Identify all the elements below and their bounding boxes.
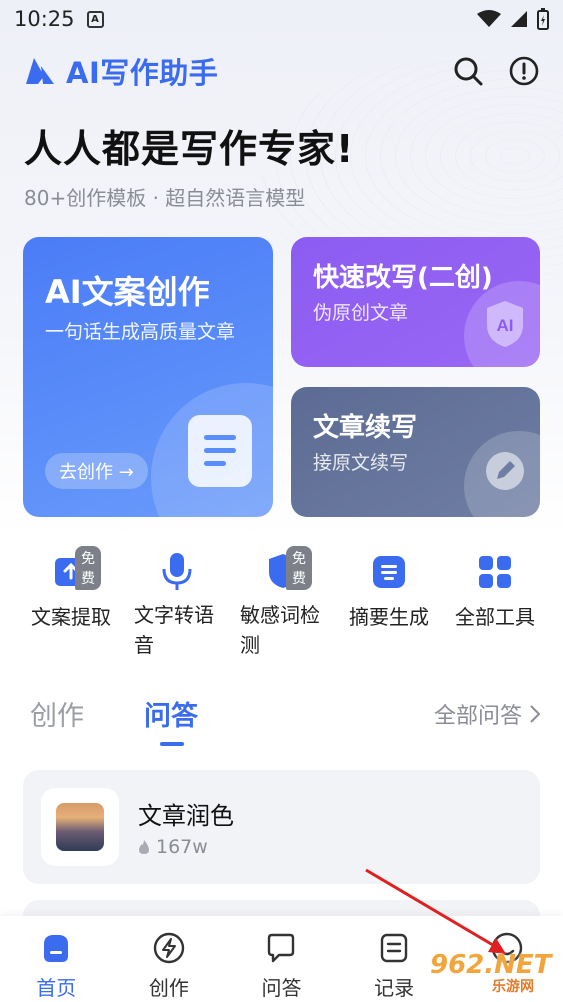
tool-sensitive-word-check[interactable]: 免费 敏感词检测 [230, 546, 336, 660]
nav-qa[interactable]: 问答 [225, 916, 338, 1002]
qa-title: 文章润色 [138, 802, 234, 830]
signal-icon [511, 11, 527, 27]
flame-icon [139, 840, 149, 854]
tool-all-tools[interactable]: 全部工具 [442, 550, 548, 660]
qa-count: 167w [156, 836, 208, 858]
nav-label: 首页 [36, 976, 77, 1000]
tool-label: 全部工具 [455, 605, 535, 629]
brand-logo-icon [26, 58, 54, 84]
status-time: 10:25 [14, 7, 75, 31]
content-tabs: 创作 问答 全部问答 [30, 694, 540, 754]
battery-icon [537, 8, 549, 30]
qa-thumbnail [41, 788, 119, 866]
watermark-sub: 乐游网 [492, 979, 534, 995]
card-title: 文章续写 [313, 413, 418, 443]
status-bar: 10:25 A [0, 0, 563, 38]
info-icon[interactable] [509, 56, 539, 86]
ai-copywriting-card[interactable]: AI文案创作 一句话生成高质量文章 去创作 → [23, 237, 273, 517]
app-header: AI写作助手 [24, 50, 539, 92]
nav-create[interactable]: 创作 [113, 916, 226, 1002]
nav-home[interactable]: 首页 [0, 916, 113, 1002]
tool-summary[interactable]: 摘要生成 [336, 550, 442, 660]
microphone-icon [162, 553, 192, 590]
wifi-icon [477, 10, 501, 27]
hero-subline: 80+创作模板 · 超自然语言模型 [24, 186, 306, 210]
free-badge: 免费 [286, 546, 312, 590]
quick-rewrite-card[interactable]: 快速改写(二创) 伪原创文章 AI [291, 237, 540, 367]
tool-label: 文字转语音 [134, 603, 214, 657]
go-create-button[interactable]: 去创作 → [45, 453, 148, 489]
tool-label: 敏感词检测 [240, 603, 320, 657]
qa-meta: 167w [138, 836, 208, 858]
card-subtitle: 伪原创文章 [313, 302, 409, 324]
card-subtitle: 接原文续写 [313, 452, 409, 474]
hero-headline: 人人都是写作专家! [24, 127, 355, 171]
tool-row: 免费 文案提取 文字转语音 免费 敏感词检测 摘要生成 全部工具 [18, 546, 548, 660]
qa-item[interactable]: 文章润色 167w [23, 770, 540, 884]
continue-writing-card[interactable]: 文章续写 接原文续写 [291, 387, 540, 517]
record-icon [380, 933, 408, 963]
tool-label: 摘要生成 [349, 605, 429, 629]
notification-icon: A [86, 10, 104, 28]
ai-shield-icon: AI [487, 301, 523, 347]
home-icon [44, 935, 69, 962]
tab-qa[interactable]: 问答 [144, 694, 198, 733]
search-icon[interactable] [453, 56, 483, 86]
card-title: 快速改写(二创) [313, 263, 493, 293]
card-subtitle: 一句话生成高质量文章 [45, 321, 236, 343]
all-qa-link[interactable]: 全部问答 [434, 698, 540, 730]
chat-icon [268, 933, 295, 963]
tab-create[interactable]: 创作 [30, 694, 84, 733]
card-title: AI文案创作 [45, 273, 210, 311]
summary-icon [373, 556, 405, 588]
grid-icon [479, 556, 511, 588]
tool-text-extract[interactable]: 免费 文案提取 [18, 546, 124, 660]
all-qa-label: 全部问答 [433, 704, 522, 729]
active-tab-indicator [160, 742, 184, 746]
nav-label: 问答 [261, 976, 302, 1000]
nav-label: 创作 [148, 976, 189, 1000]
tool-text-to-speech[interactable]: 文字转语音 [124, 550, 230, 660]
qa-image [56, 803, 104, 851]
document-icon [188, 415, 252, 487]
chevron-right-icon [530, 705, 540, 723]
app-title: AI写作助手 [66, 56, 219, 90]
status-icons [477, 8, 549, 30]
pen-icon [486, 452, 524, 490]
ai-badge-text: AI [497, 316, 514, 335]
nav-label: 记录 [374, 976, 415, 1000]
lightning-icon [153, 932, 185, 964]
free-badge: 免费 [75, 546, 101, 590]
tool-label: 文案提取 [31, 605, 111, 629]
watermark: 962.NET 乐游网 [430, 950, 560, 998]
